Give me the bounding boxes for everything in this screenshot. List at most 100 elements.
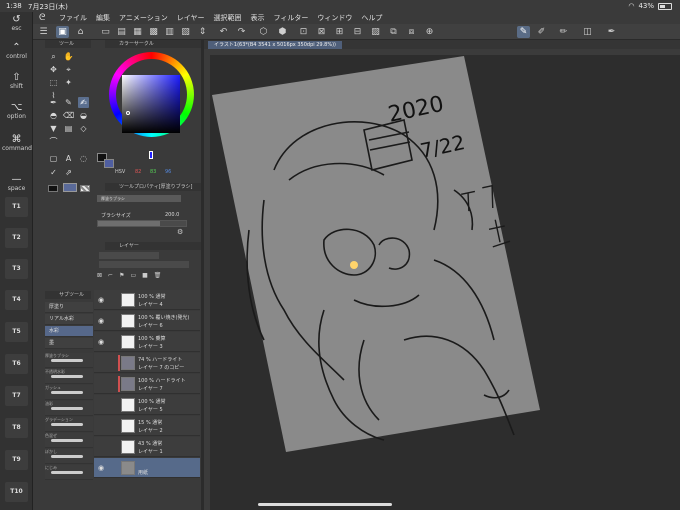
menu-edit[interactable]: 編集 <box>96 13 110 23</box>
layer-row[interactable]: ◉ 100 % 乗算 レイヤー 3 <box>94 332 200 352</box>
main-color-swatch[interactable] <box>48 185 58 192</box>
sub-color-swatch[interactable] <box>63 183 77 192</box>
menu-window[interactable]: ウィンドウ <box>317 13 352 23</box>
gradient-tool-icon[interactable]: ▤ <box>63 123 74 134</box>
eyedropper-icon[interactable]: ✒ <box>605 26 618 38</box>
frame-tool-icon[interactable]: ▢ <box>48 153 59 164</box>
home-indicator[interactable] <box>258 503 392 506</box>
new-file-icon[interactable]: ▭ <box>99 26 112 38</box>
subtool-group-real-watercolor[interactable]: リアル水彩 <box>45 314 93 325</box>
snap-ruler-icon[interactable]: ⧈ <box>405 26 418 38</box>
invert-selection-icon[interactable]: ⊟ <box>351 26 364 38</box>
subtool-group-ink[interactable]: 墨 <box>45 338 93 349</box>
chevron-up-down-icon[interactable]: ⇕ <box>196 26 209 38</box>
t10-key[interactable]: T10 <box>5 482 28 502</box>
transform-icon[interactable]: ⬢ <box>276 26 289 38</box>
operation-tool-icon[interactable]: ⌖ <box>63 64 74 75</box>
ruler-tool-icon[interactable]: ⌒ <box>48 136 59 147</box>
brush-preset[interactable]: 油彩 <box>45 401 93 416</box>
eye-icon[interactable]: ◉ <box>98 464 104 472</box>
t5-key[interactable]: T5 <box>5 322 28 342</box>
layer-row[interactable]: 100 % ハードライト レイヤー 7 <box>94 374 200 394</box>
t3-key[interactable]: T3 <box>5 259 28 279</box>
select-all-icon[interactable]: ⊞ <box>333 26 346 38</box>
camera-icon[interactable]: ▧ <box>179 26 192 38</box>
brush-preset[interactable]: にじみ <box>45 465 93 480</box>
line-correction-tool-icon[interactable]: ⇗ <box>63 167 74 178</box>
esc-key[interactable]: ↺ esc <box>2 14 31 32</box>
saturation-value-square[interactable] <box>122 75 180 133</box>
menu-help[interactable]: ヘルプ <box>361 13 382 23</box>
clip-icon[interactable]: ⌐ <box>108 272 113 281</box>
zoom-tool-icon[interactable]: ⌕ <box>48 51 59 62</box>
menu-layer[interactable]: レイヤー <box>177 13 205 23</box>
eye-icon[interactable]: ◉ <box>98 296 104 304</box>
menu-filter[interactable]: フィルター <box>274 13 309 23</box>
transparent-color-swatch[interactable] <box>80 185 90 192</box>
command-key[interactable]: ⌘ command <box>2 134 32 152</box>
fill-tool-icon[interactable]: ▼ <box>48 123 59 134</box>
t2-key[interactable]: T2 <box>5 228 28 248</box>
hsv-toggle[interactable]: HSV <box>115 169 125 175</box>
open-file-icon[interactable]: ▤ <box>115 26 128 38</box>
pencil-tool-icon[interactable]: ✎ <box>63 97 74 108</box>
lock-icon[interactable]: ⊠ <box>97 272 102 281</box>
menu-selection[interactable]: 選択範囲 <box>214 13 242 23</box>
brush-preset[interactable]: 色混ぜ <box>45 433 93 448</box>
snap-icon[interactable]: ⧉ <box>387 26 400 38</box>
airbrush-tool-icon[interactable]: ◓ <box>48 110 59 121</box>
brush-preset[interactable]: 厚塗りブラシ <box>45 353 93 368</box>
subtool-group-thick[interactable]: 厚塗り <box>45 302 93 313</box>
layer-color-icon[interactable]: ■ <box>142 272 148 281</box>
mask-icon[interactable]: ▭ <box>130 272 136 281</box>
opacity-slider[interactable] <box>99 261 189 268</box>
balloon-tool-icon[interactable]: ◌ <box>78 153 89 164</box>
brush-stabilize-icon[interactable]: ✐ <box>535 26 548 38</box>
print-icon[interactable]: ▩ <box>147 26 160 38</box>
t7-key[interactable]: T7 <box>5 386 28 406</box>
transparent-icon[interactable]: ◫ <box>581 26 594 38</box>
control-key[interactable]: ⌃ control <box>2 42 31 60</box>
clear-icon[interactable]: ⬡ <box>257 26 270 38</box>
layer-row[interactable]: 74 % ハードライト レイヤー 7 のコピー <box>94 353 200 373</box>
menu-view[interactable]: 表示 <box>251 13 265 23</box>
layer-row[interactable]: 100 % 通常 レイヤー 5 <box>94 395 200 415</box>
t4-key[interactable]: T4 <box>5 290 28 310</box>
pen-tool-icon[interactable]: ✒ <box>48 97 59 108</box>
blend-mode-select[interactable] <box>99 252 159 259</box>
layer-row-paper[interactable]: ◉ 用紙 <box>94 458 200 478</box>
fill-icon[interactable]: ▨ <box>369 26 382 38</box>
layer-row[interactable]: 15 % 通常 レイヤー 2 <box>94 416 200 436</box>
t1-key[interactable]: T1 <box>5 197 28 217</box>
layout-icon[interactable]: ▣ <box>56 26 69 38</box>
text-tool-icon[interactable]: A <box>63 153 74 164</box>
blend-tool-icon[interactable]: ◒ <box>78 110 89 121</box>
brush-preset[interactable]: ガッシュ <box>45 385 93 400</box>
eye-icon[interactable]: ◉ <box>98 317 104 325</box>
t9-key[interactable]: T9 <box>5 450 28 470</box>
undo-icon[interactable]: ↶ <box>217 26 230 38</box>
subtool-group-watercolor[interactable]: 水彩 <box>45 326 93 337</box>
move-tool-icon[interactable]: ✥ <box>48 64 59 75</box>
hamburger-menu-icon[interactable]: ☰ <box>37 26 50 38</box>
layer-row[interactable]: ◉ 100 % 通常 レイヤー 4 <box>94 290 200 310</box>
snap-grid-icon[interactable]: ⊕ <box>423 26 436 38</box>
redo-icon[interactable]: ↷ <box>235 26 248 38</box>
correction-tool-icon[interactable]: ✓ <box>48 167 59 178</box>
menu-file[interactable]: ファイル <box>59 13 87 23</box>
layer-row[interactable]: 43 % 通常 レイヤー 1 <box>94 437 200 457</box>
auto-select-tool-icon[interactable]: ✦ <box>63 77 74 88</box>
pen-pressure-icon[interactable]: ✎ <box>517 26 530 38</box>
home-icon[interactable]: ⌂ <box>74 26 87 38</box>
layer-row[interactable]: ◉ 100 % 覆い焼き(発光) レイヤー 6 <box>94 311 200 331</box>
trash-icon[interactable]: 🗑 <box>154 272 162 281</box>
shift-key[interactable]: ⇧ shift <box>2 72 31 90</box>
eye-icon[interactable]: ◉ <box>98 338 104 346</box>
space-key[interactable]: — space <box>2 174 31 192</box>
app-logo-icon[interactable]: ᘓ <box>39 13 45 23</box>
hand-tool-icon[interactable]: ✋ <box>63 51 74 62</box>
selection-tool-icon[interactable]: ⬚ <box>48 77 59 88</box>
t8-key[interactable]: T8 <box>5 418 28 438</box>
brush-preset[interactable]: グラデーション <box>45 417 93 432</box>
brush-preset[interactable]: ぼかし <box>45 449 93 464</box>
